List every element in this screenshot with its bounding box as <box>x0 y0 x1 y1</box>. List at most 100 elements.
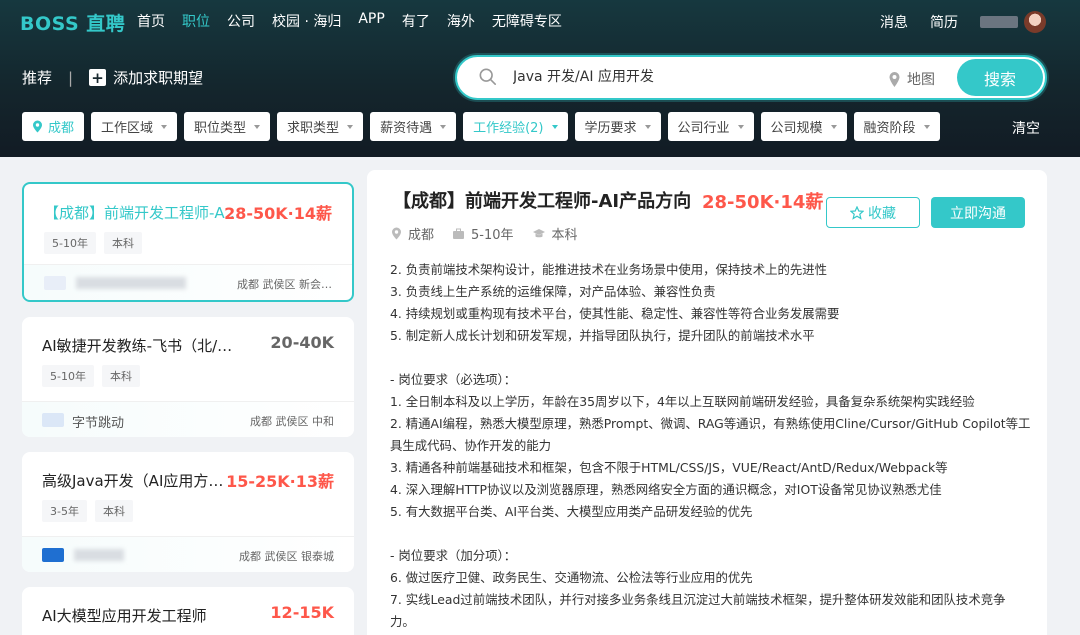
filter-degree[interactable]: 学历要求 <box>574 112 661 141</box>
recommend-bar: 推荐 | + 添加求职期望 <box>22 67 203 88</box>
plus-icon[interactable]: + <box>89 69 107 87</box>
detail-salary: 28-50K·14薪 <box>702 192 824 213</box>
job-tags: 3-5年 本科 <box>42 500 141 522</box>
job-location: 成都 武侯区 中和 <box>250 415 334 428</box>
tag-degree: 本科 <box>101 365 140 387</box>
graduation-cap-icon <box>532 228 545 237</box>
filter-experience[interactable]: 工作经验(2) <box>463 112 568 141</box>
avatar[interactable] <box>1024 11 1046 33</box>
job-card-footer: 字节跳动 成都 武侯区 中和 <box>22 401 354 437</box>
username-blurred[interactable] <box>980 16 1018 28</box>
description-line: 2. 负责前端技术架构设计，能推进技术在业务场景中使用，保持技术上的先进性 <box>390 262 828 277</box>
job-salary: 12-15K <box>270 603 334 622</box>
chevron-down-icon <box>551 124 558 129</box>
top-nav: BOSS 直聘 首页 职位 公司 校园 · 海归 APP 有了 海外 无障碍专区… <box>0 0 1080 40</box>
company-logo <box>42 548 64 562</box>
filter-salary[interactable]: 薪资待遇 <box>370 112 457 141</box>
job-title[interactable]: AI敏捷开发教练-飞书（北/上/杭/深/成） <box>42 335 238 356</box>
job-title[interactable]: 【成都】前端开发工程师-AI产品方向 <box>44 202 240 223</box>
search-button[interactable]: 搜索 <box>957 59 1043 96</box>
filter-seek-type-label: 求职类型 <box>287 121 340 136</box>
filter-city[interactable]: 成都 <box>22 112 85 141</box>
description-line: - 岗位要求（必选项）： <box>390 372 517 387</box>
separator: | <box>68 68 74 87</box>
chat-now-button[interactable]: 立即沟通 <box>931 197 1025 228</box>
description-line: - 岗位要求（加分项）： <box>390 548 517 563</box>
job-tags: 5-10年 本科 <box>44 232 150 254</box>
filter-bar: 成都 工作区域 职位类型 求职类型 薪资待遇 工作经验(2) 学历要求 公司行业… <box>22 112 947 141</box>
filter-area-label: 工作区域 <box>101 121 154 136</box>
map-label: 地图 <box>907 72 935 88</box>
job-location: 成都 武侯区 新会… <box>237 278 332 291</box>
filter-company-size-label: 公司规模 <box>770 121 823 136</box>
nav-campus[interactable]: 校园 · 海归 <box>272 11 341 31</box>
chevron-down-icon <box>347 124 354 129</box>
meta-city: 成都 <box>391 224 434 243</box>
chevron-down-icon <box>737 124 744 129</box>
chevron-down-icon <box>644 124 651 129</box>
nav-home[interactable]: 首页 <box>137 11 165 31</box>
filter-funding-label: 融资阶段 <box>863 121 916 136</box>
meta-experience-label: 5-10年 <box>471 228 514 243</box>
briefcase-icon <box>453 228 465 239</box>
job-title[interactable]: 高级Java开发（AI应用方向） <box>42 470 238 491</box>
description-line: 4. 深入理解HTTP协议以及浏览器原理，熟悉网络安全方面的通识概念，对IOT设… <box>390 482 942 497</box>
job-card[interactable]: AI大模型应用开发工程师 12-15K <box>22 587 354 635</box>
favorite-button[interactable]: 收藏 <box>826 197 920 228</box>
chevron-down-icon <box>830 124 837 129</box>
description-line: 5. 有大数据平台类、AI平台类、大模型应用类产品研发经验的优先 <box>390 504 753 519</box>
job-salary: 28-50K·14薪 <box>224 204 332 223</box>
company-name[interactable]: 字节跳动 <box>72 412 124 431</box>
search-input[interactable] <box>513 68 813 84</box>
star-icon <box>850 205 864 220</box>
filter-company-size[interactable]: 公司规模 <box>760 112 847 141</box>
header: BOSS 直聘 首页 职位 公司 校园 · 海归 APP 有了 海外 无障碍专区… <box>0 0 1080 157</box>
chevron-down-icon <box>161 124 168 129</box>
favorite-label: 收藏 <box>868 205 896 222</box>
meta-degree-label: 本科 <box>551 228 578 243</box>
description-line: 3. 精通各种前端基础技术和框架，包含不限于HTML/CSS/JS，VUE/Re… <box>390 460 948 475</box>
map-button[interactable]: 地图 <box>887 69 935 89</box>
filter-funding[interactable]: 融资阶段 <box>853 112 940 141</box>
job-card[interactable]: AI敏捷开发教练-飞书（北/上/杭/深/成） 20-40K 5-10年 本科 字… <box>22 317 354 437</box>
nav-company[interactable]: 公司 <box>227 11 255 31</box>
filter-industry[interactable]: 公司行业 <box>667 112 754 141</box>
nav-app[interactable]: APP <box>358 11 384 31</box>
filter-job-type-label: 职位类型 <box>194 121 247 136</box>
clear-filters-button[interactable]: 清空 <box>1012 118 1040 138</box>
filter-seek-type[interactable]: 求职类型 <box>277 112 364 141</box>
filter-city-label: 成都 <box>48 121 75 136</box>
top-right: 消息 简历 <box>858 11 1046 33</box>
filter-degree-label: 学历要求 <box>584 121 637 136</box>
main-nav: 首页 职位 公司 校园 · 海归 APP 有了 海外 无障碍专区 <box>137 11 579 31</box>
chevron-down-icon <box>254 124 261 129</box>
job-card[interactable]: 高级Java开发（AI应用方向） 15-25K·13薪 3-5年 本科 成都 武… <box>22 452 354 572</box>
messages-link[interactable]: 消息 <box>880 12 908 32</box>
description-line: 1. 全日制本科及以上学历，年龄在35周岁以下，4年以上互联网前端研发经验，具备… <box>390 394 975 409</box>
filter-job-type[interactable]: 职位类型 <box>184 112 271 141</box>
job-card[interactable]: 【成都】前端开发工程师-AI产品方向 28-50K·14薪 5-10年 本科 成… <box>22 182 354 302</box>
filter-area[interactable]: 工作区域 <box>91 112 178 141</box>
company-logo <box>44 276 66 290</box>
tag-degree: 本科 <box>94 500 133 522</box>
job-title[interactable]: AI大模型应用开发工程师 <box>42 605 238 626</box>
nav-overseas[interactable]: 海外 <box>447 11 475 31</box>
tag-degree: 本科 <box>103 232 142 254</box>
company-name-blurred <box>74 549 124 561</box>
recommend-tab[interactable]: 推荐 <box>22 67 52 88</box>
resume-link[interactable]: 简历 <box>930 12 958 32</box>
meta-experience: 5-10年 <box>452 224 514 243</box>
tag-experience: 5-10年 <box>42 365 94 387</box>
job-card-footer: 成都 武侯区 银泰城 <box>22 536 354 572</box>
meta-city-label: 成都 <box>408 228 435 243</box>
nav-accessibility[interactable]: 无障碍专区 <box>492 11 562 31</box>
description-line: 具生成代码、协作开发的能力 <box>390 438 552 453</box>
nav-youle[interactable]: 有了 <box>402 11 430 31</box>
filter-salary-label: 薪资待遇 <box>380 121 433 136</box>
tag-experience: 5-10年 <box>44 232 96 254</box>
map-pin-icon <box>889 71 900 87</box>
nav-jobs[interactable]: 职位 <box>182 11 210 31</box>
meta-degree: 本科 <box>532 224 578 243</box>
boss-logo[interactable]: BOSS 直聘 <box>20 9 125 36</box>
add-expectation-link[interactable]: 添加求职期望 <box>113 67 203 88</box>
